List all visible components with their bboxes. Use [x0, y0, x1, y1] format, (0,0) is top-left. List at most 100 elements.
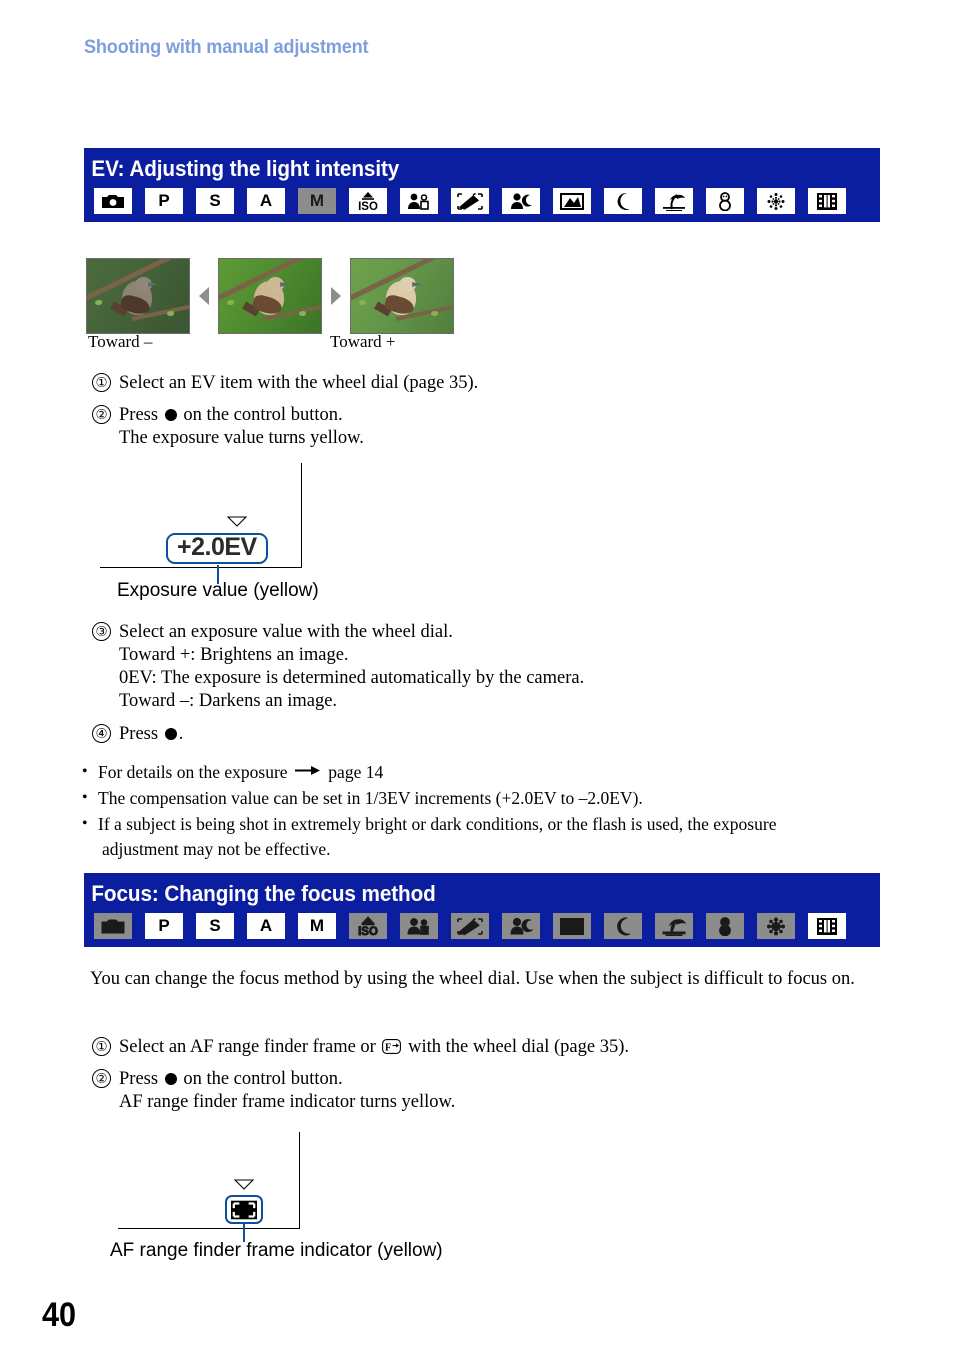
fireworks-icon: [757, 188, 795, 214]
down-triangle-marker-icon: [234, 1179, 254, 1190]
iso-icon: ISO: [349, 913, 387, 939]
exposure-value-text: +2.0EV: [177, 533, 257, 561]
step-number: ①: [92, 1037, 111, 1056]
ev-step-2: ② Press on the control button. The exposur…: [92, 404, 364, 450]
high-sensitivity-icon: [451, 913, 489, 939]
shutter-mode-icon: S: [196, 913, 234, 939]
control-button-dot-icon: [164, 1073, 177, 1085]
ev-mode-icon-row: P S A M ISO: [84, 184, 880, 222]
soft-snap-icon: [400, 188, 438, 214]
caption-toward-plus: Toward +: [330, 332, 396, 351]
landscape-icon: [553, 188, 591, 214]
note-text: The compensation value can be set in 1/3…: [98, 788, 643, 808]
twilight-portrait-icon: [502, 188, 540, 214]
beach-icon: [655, 188, 693, 214]
shutter-mode-icon: S: [196, 188, 234, 214]
af-range-finder-frame-indicator: [225, 1195, 263, 1224]
exposure-value-callout-label: Exposure value (yellow): [117, 580, 319, 601]
svg-text:ISO: ISO: [358, 926, 378, 937]
manual-mode-icon: M: [298, 913, 336, 939]
camera-icon: [94, 913, 132, 939]
aperture-mode-icon: A: [247, 188, 285, 214]
ev-step-4: ④ Press .: [92, 723, 183, 746]
landscape-icon: [553, 913, 591, 939]
aperture-mode-icon: A: [247, 913, 285, 939]
twilight-icon: [604, 913, 642, 939]
step-text-after-dot: on the control button.: [183, 1069, 343, 1089]
step-text-after-glyph: with the wheel dial (page 35).: [408, 1037, 629, 1057]
af-frame-brackets-icon: [231, 1200, 257, 1219]
beach-icon: [655, 913, 693, 939]
exposure-sample-strip: [86, 258, 454, 334]
sample-photo-bright: [350, 258, 454, 334]
step-text-line2: Toward +: Brightens an image.: [119, 645, 349, 665]
step-text-line2: AF range finder frame indicator turns ye…: [119, 1092, 456, 1112]
step-text-before-dot: Press: [119, 724, 159, 744]
leaf-shape: [298, 310, 306, 316]
program-mode-icon: P: [145, 913, 183, 939]
step-text-line3: 0EV: The exposure is determined automati…: [119, 668, 585, 688]
focus-step-2: ② Press on the control button. AF range fi…: [92, 1068, 455, 1114]
focus-section-banner: Focus: Changing the focus method P S A M ISO: [84, 873, 880, 947]
note-item: The compensation value can be set in 1/3…: [76, 785, 876, 811]
ev-section-title: EV: Adjusting the light intensity: [91, 156, 400, 181]
fireworks-icon: [757, 913, 795, 939]
step-text: Select an exposure value with the wheel …: [119, 621, 584, 713]
focus-step-1: ① Select an AF range finder frame or F wi…: [92, 1036, 629, 1059]
svg-text:F: F: [385, 1042, 391, 1053]
svg-text:ISO: ISO: [358, 201, 378, 212]
control-button-dot-icon: [164, 409, 177, 421]
arrow-right-icon: [331, 287, 341, 305]
step-text-before-glyph: Select an AF range finder frame or: [119, 1037, 376, 1057]
note-text: For details on the exposure: [98, 762, 288, 782]
ev-notes-list: For details on the exposure page 14 The …: [76, 759, 876, 863]
step-number: ④: [92, 724, 111, 743]
focus-section-title: Focus: Changing the focus method: [91, 881, 436, 906]
af-callout-label: AF range finder frame indicator (yellow): [110, 1240, 443, 1261]
focus-mode-icon-row: P S A M ISO: [84, 909, 880, 947]
step-number: ③: [92, 622, 111, 641]
step-text-before-dot: Press: [119, 405, 159, 425]
right-arrow-icon: [294, 766, 320, 775]
exposure-value-indicator: +2.0EV: [166, 533, 268, 564]
sample-photo-dark: [86, 258, 190, 334]
step-number: ①: [92, 373, 111, 392]
focus-intro-line2: focus on.: [787, 969, 855, 989]
caption-toward-minus: Toward –: [88, 332, 153, 351]
ev-step-1: ① Select an EV item with the wheel dial (…: [92, 372, 478, 395]
step-text-after-dot: .: [178, 724, 184, 744]
focus-mode-icon: F: [382, 1039, 402, 1054]
snow-icon: [706, 913, 744, 939]
high-sensitivity-icon: [451, 188, 489, 214]
note-text: If a subject is being shot in extremely …: [98, 814, 777, 834]
step-number: ②: [92, 1069, 111, 1088]
step-text: Press .: [119, 723, 183, 746]
lcd-screen-frame: [118, 1132, 300, 1229]
note-item: If a subject is being shot in extremely …: [76, 811, 876, 862]
ev-section-banner: EV: Adjusting the light intensity P S A M IS…: [84, 148, 880, 222]
leaf-shape: [227, 299, 235, 305]
leaf-shape: [166, 310, 174, 316]
sample-photo-normal: [218, 258, 322, 334]
program-mode-icon: P: [145, 188, 183, 214]
note-text-page-ref: page 14: [328, 762, 384, 782]
note-text-continued: adjustment may not be effective.: [102, 839, 331, 859]
twilight-icon: [604, 188, 642, 214]
step-text-line1: Select an exposure value with the wheel …: [119, 622, 453, 642]
focus-intro-line1: You can change the focus method by using…: [90, 969, 783, 989]
step-text: Select an AF range finder frame or F wit…: [119, 1036, 629, 1059]
step-text-before-dot: Press: [119, 1069, 159, 1089]
leaf-shape: [430, 310, 438, 316]
ev-step-3: ③ Select an exposure value with the whee…: [92, 621, 584, 713]
leaf-shape: [359, 299, 367, 305]
step-text-line4: Toward –: Darkens an image.: [119, 691, 338, 711]
twilight-portrait-icon: [502, 913, 540, 939]
step-text: Press on the control button. The exposure…: [119, 404, 364, 450]
control-button-dot-icon: [164, 728, 177, 740]
leaf-shape: [95, 299, 103, 305]
down-triangle-marker-icon: [227, 516, 247, 527]
camera-icon: [94, 188, 132, 214]
note-item: For details on the exposure page 14: [76, 759, 876, 785]
focus-intro-paragraph: You can change the focus method by using…: [90, 967, 890, 992]
step-text: Press on the control button. AF range fin…: [119, 1068, 455, 1114]
